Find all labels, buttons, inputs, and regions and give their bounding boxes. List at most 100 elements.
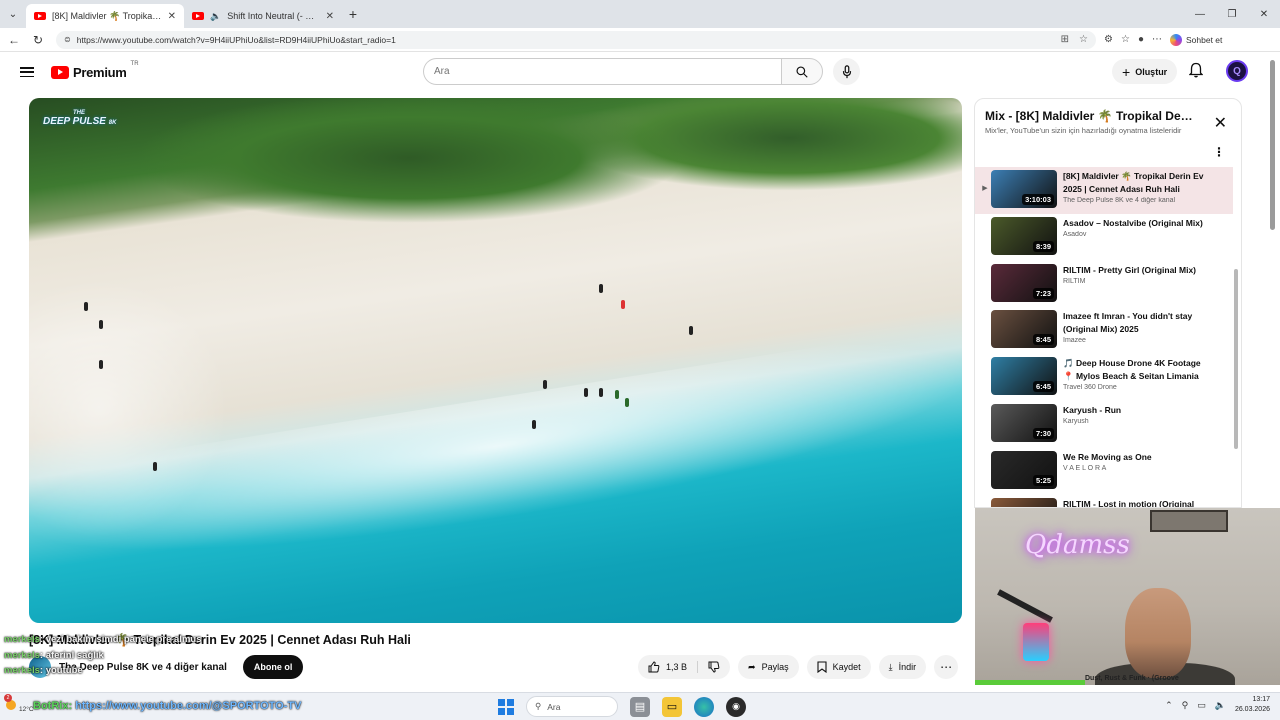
video-thumbnail[interactable]: 8:39 (991, 216, 1057, 255)
tab-actions-chevron-icon[interactable]: ⌄ (0, 0, 26, 28)
video-title[interactable]: [8K] Maldivler 🌴 Tropikal Derin Ev 2025 … (1063, 170, 1213, 195)
like-dislike-group: 1,3 B (638, 655, 731, 679)
playlist-item[interactable]: 5:25 We Re Moving as One V A E L O R A (975, 448, 1233, 495)
search-icon: ⚲ (535, 701, 542, 711)
now-playing-caption: Dust, Rust & Funk · (Groove (1085, 675, 1179, 682)
clock[interactable]: 13:17 26.03.2026 (1235, 695, 1270, 715)
video-channel: Karyush (1063, 418, 1089, 426)
playlist-item[interactable]: ▶ 3:10:03 [8K] Maldivler 🌴 Tropikal Derin … (975, 167, 1233, 214)
app-available-icon[interactable]: ⊞ (1061, 34, 1069, 45)
video-title[interactable]: We Re Moving as One (1063, 451, 1213, 464)
notifications-bell-icon[interactable] (1188, 62, 1204, 83)
close-playlist-icon[interactable]: ✕ (1214, 113, 1227, 133)
weather-widget[interactable]: 2 12°C (4, 693, 34, 713)
video-title[interactable]: 🎵 Deep House Drone 4K Footage 📍 Mylos Be… (1063, 357, 1213, 382)
watermark-line: 8K (108, 120, 117, 126)
page-scrollbar[interactable] (1270, 60, 1275, 230)
playlist-item[interactable]: 8:45 Imazee ft Imran - You didn't stay (O… (975, 307, 1233, 354)
beach-person (599, 284, 603, 293)
speaker-icon[interactable]: 🔈 (210, 11, 221, 22)
voice-search-button[interactable] (833, 58, 860, 85)
dislike-button[interactable] (698, 661, 730, 673)
share-button[interactable]: ➦ Paylaş (738, 655, 799, 679)
close-window-icon[interactable]: ✕ (1248, 0, 1280, 28)
search-button[interactable] (781, 58, 823, 85)
like-button[interactable]: 1,3 B (638, 661, 699, 673)
playlist-item[interactable]: 7:30 Karyush - Run Karyush (975, 401, 1233, 448)
chat-user: merkels (4, 665, 40, 676)
video-thumbnail[interactable]: 6:45 (991, 357, 1057, 396)
playlist-item[interactable]: 6:45 🎵 Deep House Drone 4K Footage 📍 Mylo… (975, 354, 1233, 401)
more-actions-icon[interactable]: ⋯ (934, 655, 959, 679)
create-button[interactable]: + Oluştur (1112, 59, 1178, 84)
video-thumbnail[interactable]: 7:23 (991, 263, 1057, 302)
video-title[interactable]: Asadov – Nostalvibe (Original Mix) (1063, 217, 1213, 230)
bookmark-icon (817, 661, 827, 673)
obs-studio-icon[interactable]: ◉ (726, 696, 746, 717)
address-bar: ← ↻ ⊜ https://www.youtube.com/watch?v=9H… (0, 28, 1280, 52)
task-view-icon[interactable]: ▤ (630, 696, 650, 717)
menu-hamburger-icon[interactable] (20, 67, 34, 77)
playlist-scrollbar[interactable] (1234, 269, 1238, 449)
more-menu-icon[interactable]: ⋯ (1152, 34, 1162, 45)
url-actions: ⊞ ☆ (1061, 34, 1088, 45)
edge-browser-icon[interactable] (694, 696, 714, 717)
favorite-star-icon[interactable]: ☆ (1079, 34, 1088, 45)
video-player[interactable]: THE DEEP PULSE 8K (29, 98, 962, 623)
file-explorer-icon[interactable]: ▭ (662, 696, 682, 717)
like-count: 1,3 B (666, 662, 688, 672)
url-field[interactable]: ⊜ https://www.youtube.com/watch?v=9H4iiU… (56, 30, 1096, 49)
minimize-icon[interactable]: — (1184, 0, 1216, 28)
windows-start-icon[interactable] (498, 698, 514, 715)
playlist-menu-icon[interactable]: ⋮ (1213, 145, 1225, 159)
video-channel: Travel 360 Drone (1063, 384, 1117, 392)
playlist-item[interactable]: RILTIM - Lost in motion (Original Mix)RI… (975, 495, 1233, 507)
close-tab-icon[interactable]: ✕ (326, 11, 334, 22)
close-tab-icon[interactable]: ✕ (168, 11, 176, 22)
copilot-button[interactable]: Sohbet et (1169, 33, 1222, 46)
taskbar-search[interactable]: ⚲ Ara (526, 696, 618, 717)
maximize-icon[interactable]: ❐ (1216, 0, 1248, 28)
playlist-title[interactable]: Mix - [8K] Maldivler 🌴 Tropikal Derin Ev… (985, 109, 1195, 123)
favorites-icon[interactable]: ☆ (1121, 34, 1130, 45)
video-thumbnail[interactable]: 5:25 (991, 450, 1057, 489)
video-title[interactable]: Karyush - Run (1063, 404, 1213, 417)
profile-icon[interactable]: ● (1138, 34, 1144, 45)
video-meta: We Re Moving as One V A E L O R A (1063, 451, 1213, 473)
back-arrow-icon[interactable]: ← (2, 33, 26, 47)
copilot-icon (1169, 33, 1182, 46)
video-title[interactable]: RILTIM - Lost in motion (Original Mix) (1063, 498, 1213, 507)
browser-tab-active[interactable]: [8K] Maldivler 🌴 Tropikal Derin Ev 2025 … (26, 4, 184, 28)
beach-person (599, 388, 603, 397)
user-avatar[interactable]: Q (1226, 60, 1248, 82)
extensions-icon[interactable]: ⚙ (1104, 34, 1113, 45)
download-button[interactable]: ⤓ İndir (878, 655, 927, 679)
video-thumbnail[interactable]: 3:10:03 (991, 170, 1057, 208)
speaker-icon[interactable]: 🔈 (1215, 700, 1226, 711)
taskbar-apps: ⚲ Ara ▤ ▭ ◉ (498, 696, 746, 717)
playlist-item[interactable]: 8:39 Asadov – Nostalvibe (Original Mix) As… (975, 214, 1233, 261)
subscribe-button[interactable]: Abone ol (242, 655, 304, 679)
chat-text: : youtube (39, 665, 83, 676)
youtube-premium-logo[interactable]: Premium TR (51, 61, 139, 80)
new-tab-button[interactable]: + (342, 6, 364, 22)
search-input[interactable] (423, 58, 781, 85)
video-title[interactable]: Imazee ft Imran - You didn't stay (Origi… (1063, 310, 1213, 335)
reload-icon[interactable]: ↻ (26, 33, 50, 47)
rgb-lamp (1023, 623, 1049, 661)
video-title[interactable]: RILTIM - Pretty Girl (Original Mix) (1063, 264, 1213, 277)
streamer-webcam: Qdamss Dust, Rust & Funk · (Groove (975, 508, 1280, 685)
botrix-link[interactable]: https://www.youtube.com/@SPORTOTO-TV (75, 700, 301, 712)
logo-text: Premium (73, 64, 127, 80)
browser-toolbar-right: ⚙ ☆ ● ⋯ Sohbet et (1104, 33, 1222, 46)
save-button[interactable]: Kaydet (806, 655, 871, 679)
video-thumbnail[interactable]: 7:30 (991, 403, 1057, 442)
video-thumbnail[interactable]: 8:45 (991, 310, 1057, 349)
browser-tab[interactable]: 🔈 Shift Into Neutral (- Groove Musi ✕ (184, 4, 342, 28)
site-info-icon[interactable]: ⊜ (64, 35, 71, 44)
tray-chevron-icon[interactable]: ⌃ (1165, 700, 1173, 711)
usb-icon[interactable]: ⚲ (1182, 700, 1189, 711)
video-thumbnail[interactable] (991, 497, 1057, 507)
playlist-item[interactable]: 7:23 RILTIM - Pretty Girl (Original Mix) R… (975, 261, 1233, 308)
network-icon[interactable]: ▭ (1197, 700, 1206, 711)
